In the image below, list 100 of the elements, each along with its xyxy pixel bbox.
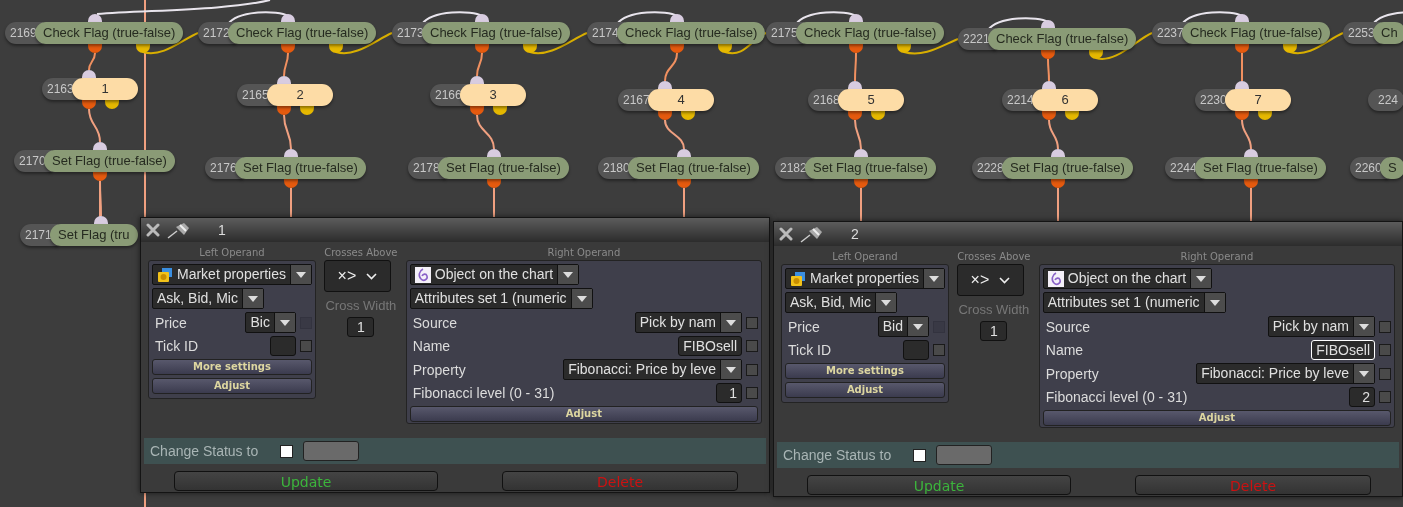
checkbox[interactable] [932,344,945,356]
output-port[interactable] [854,179,868,188]
pin-icon[interactable] [799,225,825,243]
node-title[interactable]: 5 [838,89,904,111]
checkbox[interactable] [280,444,293,458]
output-port[interactable] [677,179,691,188]
output-port[interactable] [1258,111,1272,120]
node-title[interactable]: 2 [267,84,333,106]
output-port[interactable] [1244,179,1258,188]
output-port[interactable] [1051,179,1065,188]
input-port[interactable] [88,14,102,22]
output-port[interactable] [82,100,96,109]
output-port[interactable] [681,111,695,120]
dropdown[interactable]: Object on the chart [1042,268,1213,289]
output-port[interactable] [470,106,484,115]
small-button[interactable]: More settings [152,359,312,375]
checkbox[interactable] [1379,344,1391,356]
dropdown[interactable]: Ask, Bid, Mic [785,292,897,313]
node-title[interactable]: Set Flag (tru [50,224,138,246]
operator-dropdown[interactable]: ×> [956,264,1024,296]
node-title[interactable]: 3 [460,84,526,106]
small-button[interactable]: Adjust [409,406,758,422]
output-port[interactable] [849,44,863,53]
dropdown[interactable]: Object on the chart [409,264,580,285]
checkbox[interactable] [1379,367,1391,380]
dropdown[interactable]: Pick by nam [1267,316,1375,337]
node-title[interactable]: 1 [72,78,138,100]
input-port[interactable] [82,70,96,78]
output-port[interactable] [1283,44,1297,53]
node-title[interactable]: Check Flag (true-false) [617,22,766,44]
input-field[interactable]: 2 [1349,387,1375,407]
input-port[interactable] [677,149,691,157]
input-port[interactable] [849,14,863,22]
output-port[interactable] [658,111,672,120]
input-port[interactable] [470,76,484,84]
output-port[interactable] [718,44,732,53]
output-port[interactable] [1235,44,1249,53]
operator-dropdown[interactable]: ×> [323,260,391,292]
small-button[interactable]: More settings [785,363,945,379]
input-field[interactable]: 1 [980,321,1008,341]
node-title[interactable]: 6 [1032,89,1098,111]
node-title[interactable]: Set Flag (true-false) [805,157,936,179]
input-field[interactable]: FIBOsell [1311,340,1375,360]
dropdown[interactable]: Ask, Bid, Mic [152,288,264,309]
update-button[interactable]: Update [807,475,1071,495]
input-port[interactable] [658,81,672,89]
node-title[interactable]: 4 [648,89,714,111]
input-port[interactable] [1041,20,1055,28]
output-port[interactable] [670,44,684,53]
input-port[interactable] [670,14,684,22]
input-field[interactable] [902,340,929,360]
color-swatch[interactable] [936,445,992,465]
dropdown[interactable]: Fibonacci: Price by leve [563,359,742,380]
output-port[interactable] [475,44,489,53]
output-port[interactable] [493,106,507,115]
output-port[interactable] [329,44,343,53]
input-port[interactable] [277,76,291,84]
node-title[interactable]: Check Flag (true-false) [796,22,945,44]
update-button[interactable]: Update [174,471,438,491]
output-port[interactable] [523,44,537,53]
color-swatch[interactable] [303,441,359,461]
output-port[interactable] [105,100,119,109]
dropdown[interactable]: Attributes set 1 (numeric [409,288,593,309]
output-port[interactable] [300,106,314,115]
node-title[interactable]: Set Flag (true-false) [628,157,759,179]
input-field[interactable]: 1 [716,383,742,403]
output-port[interactable] [136,44,150,53]
checkbox[interactable] [746,340,758,352]
input-port[interactable] [475,14,489,22]
input-port[interactable] [94,216,108,224]
input-port[interactable] [1051,149,1065,157]
small-button[interactable]: Adjust [785,382,945,398]
output-port[interactable] [487,179,501,188]
input-port[interactable] [1244,149,1258,157]
output-port[interactable] [871,111,885,120]
node-title[interactable]: Check Flag (true-false) [422,22,571,44]
node-title[interactable]: Set Flag (true-false) [1002,157,1133,179]
output-port[interactable] [848,111,862,120]
output-port[interactable] [277,106,291,115]
checkbox[interactable] [1379,391,1391,403]
output-port[interactable] [93,172,107,181]
checkbox[interactable] [746,316,758,329]
input-port[interactable] [281,14,295,22]
input-port[interactable] [93,142,107,150]
checkbox[interactable] [746,363,758,376]
input-field[interactable] [269,336,296,356]
input-port[interactable] [1235,14,1249,22]
node-title[interactable]: Set Flag (true-false) [1195,157,1326,179]
close-icon[interactable] [779,227,793,241]
output-port[interactable] [1041,50,1055,59]
output-port[interactable] [1042,111,1056,120]
output-port[interactable] [1065,111,1079,120]
dropdown[interactable]: Pick by nam [634,312,742,333]
dropdown[interactable]: Attributes set 1 (numeric [1042,292,1226,313]
node-title[interactable]: Set Flag (true-false) [235,157,366,179]
dropdown[interactable]: Market properties [152,264,312,285]
dropdown[interactable]: Fibonacci: Price by leve [1196,363,1375,384]
node-title[interactable]: Check Flag (true-false) [35,22,184,44]
input-field[interactable]: 1 [347,317,375,337]
pin-icon[interactable] [166,221,192,239]
